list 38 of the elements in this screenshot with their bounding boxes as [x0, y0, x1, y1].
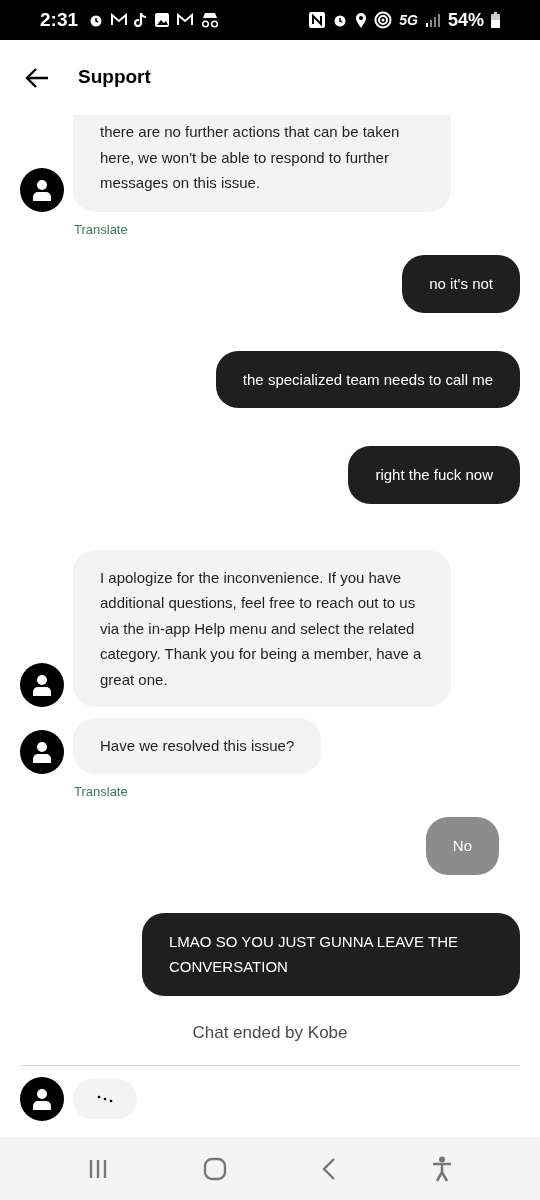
recent-apps-icon: [87, 1157, 109, 1180]
clock-time: 2:31: [40, 7, 79, 32]
message-text: the specialized team needs to call me: [242, 369, 493, 390]
message-text: right the fuck now: [375, 465, 493, 485]
back-nav-icon: [321, 1156, 337, 1181]
nfc-icon: [309, 12, 326, 28]
chat-ended-notice: Chat ended by Kobe: [191, 1021, 349, 1044]
battery-percent: 54%: [447, 8, 484, 32]
network-type: 5G: [399, 10, 418, 30]
message-text: there are no further actions that can be taken here, we won't be able to respond to further messages on this issue.: [100, 122, 401, 193]
back-nav-button[interactable]: [321, 1156, 337, 1181]
message-text: Have we resolved this issue?: [100, 736, 295, 756]
translate-link[interactable]: Translate: [74, 219, 128, 239]
avatar-icon: [20, 167, 64, 212]
mail-icon: [176, 13, 195, 27]
music-note-icon: [134, 12, 149, 28]
avatar-icon: [20, 729, 64, 774]
image-icon: [154, 12, 171, 28]
avatar-icon: [20, 1077, 64, 1121]
translate-link[interactable]: Translate: [74, 781, 128, 801]
accessibility-icon: [431, 1155, 453, 1182]
battery-icon: [491, 12, 500, 28]
accessibility-button[interactable]: [431, 1155, 453, 1182]
incognito-icon: [200, 12, 221, 28]
mail-icon: [110, 13, 129, 27]
typing-indicator: [73, 1079, 137, 1119]
message-text: I apologize for the inconvenience. If you have additional questions, feel free to reach out to us via the in-app Help menu and select the related category. Thank you for being a member, have a great one.: [100, 567, 423, 690]
hotspot-icon: [374, 11, 393, 29]
home-button[interactable]: [203, 1156, 227, 1181]
avatar-icon: [20, 663, 64, 707]
message-text: No: [452, 836, 472, 856]
header-title: Support: [78, 65, 151, 90]
recent-apps-button[interactable]: [87, 1157, 109, 1180]
location-pin-icon: [355, 12, 368, 28]
message-text: no it's not: [429, 274, 493, 294]
home-icon: [203, 1156, 227, 1181]
message-text: LMAO SO YOU JUST GUNNA LEAVE THE CONVERSATION: [169, 931, 459, 977]
signal-icon: [424, 13, 441, 27]
